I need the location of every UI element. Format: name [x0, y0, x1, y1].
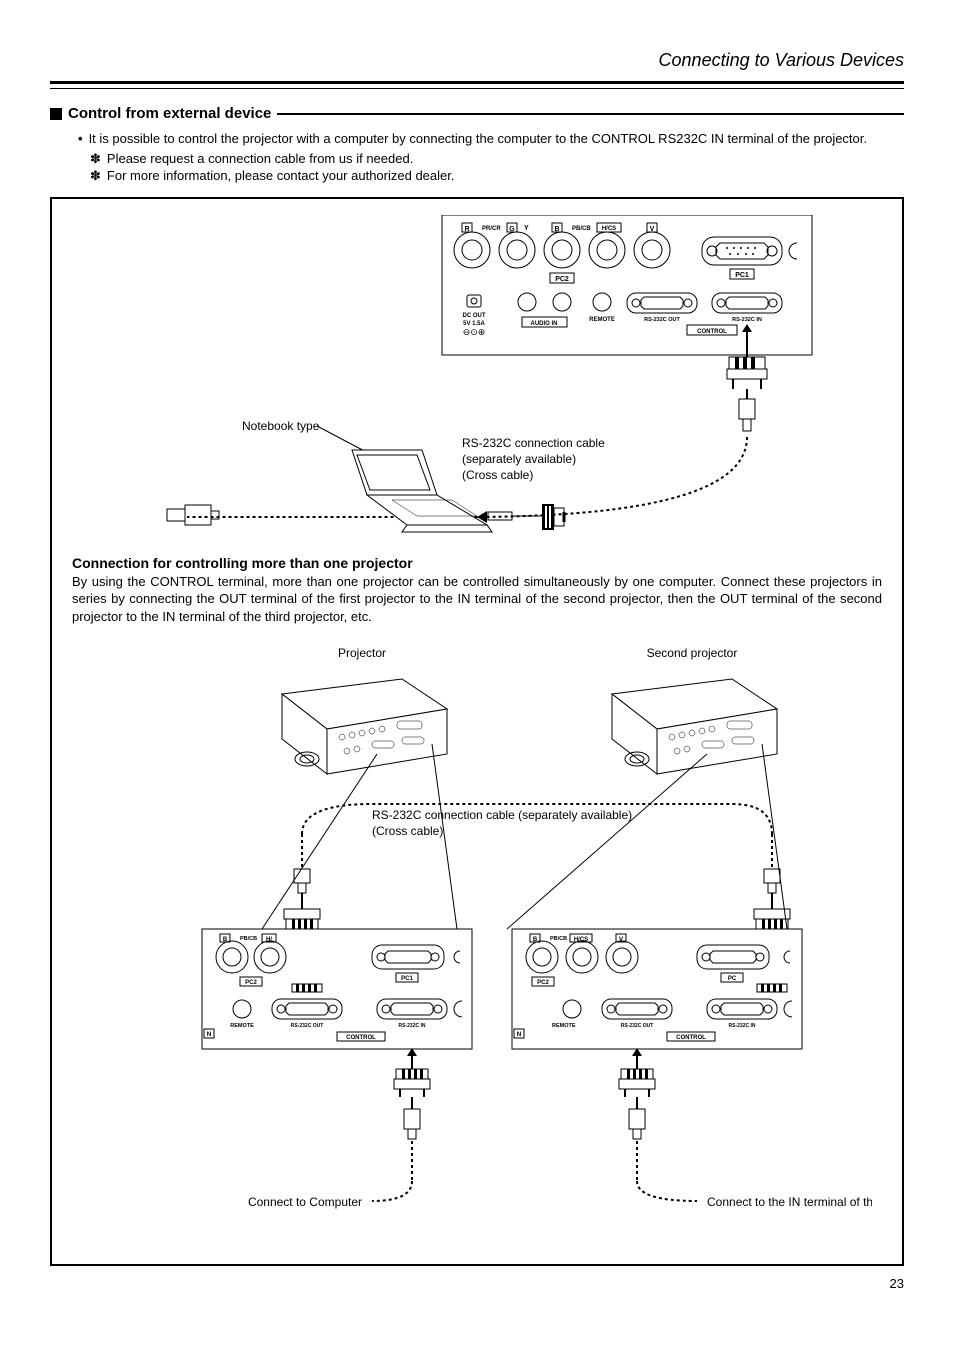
top-diagram: R PR/CR G Y B PB/CB H/CS V PC2 [72, 215, 872, 545]
subsection-title: Connection for controlling more than one… [72, 555, 882, 571]
svg-text:REMOTE: REMOTE [552, 1023, 576, 1029]
svg-text:Second projector: Second projector [647, 646, 738, 660]
svg-text:PC: PC [728, 976, 737, 982]
svg-text:(Cross cable): (Cross cable) [462, 468, 533, 482]
svg-text:B: B [533, 937, 538, 943]
page-number: 23 [50, 1276, 904, 1291]
header-divider [50, 81, 904, 89]
cross-icon: ✽ [90, 150, 101, 168]
svg-text:Connect to Computer: Connect to Computer [248, 1195, 362, 1209]
svg-text:R: R [464, 226, 469, 233]
svg-text:N: N [517, 1031, 522, 1038]
svg-text:B: B [554, 226, 559, 233]
subsection-text: By using the CONTROL terminal, more than… [72, 573, 882, 626]
svg-text:Projector: Projector [338, 646, 386, 660]
svg-text:B: B [223, 937, 228, 943]
svg-text:Y: Y [524, 225, 529, 232]
svg-text:H/: H/ [266, 937, 272, 943]
svg-text:RS-232C IN: RS-232C IN [399, 1023, 426, 1029]
svg-text:CONTROL: CONTROL [676, 1035, 706, 1041]
svg-text:PC1: PC1 [735, 272, 749, 279]
svg-text:DC OUT: DC OUT [463, 313, 486, 319]
svg-text:PB/CB: PB/CB [572, 226, 591, 232]
section-heading-row: Control from external device [50, 105, 904, 122]
svg-text:AUDIO IN: AUDIO IN [531, 321, 558, 327]
sub-bullet-text: For more information, please contact you… [107, 167, 455, 185]
svg-text:Connect to the IN terminal of: Connect to the IN terminal of third proj… [707, 1195, 872, 1209]
svg-text:RS-232C IN: RS-232C IN [729, 1023, 756, 1029]
sub-bullet-text: Please request a connection cable from u… [107, 150, 413, 168]
svg-text:Notebook type: Notebook type [242, 419, 320, 433]
svg-text:(separately available): (separately available) [462, 452, 576, 466]
svg-text:RS-232C OUT: RS-232C OUT [291, 1023, 324, 1029]
svg-text:REMOTE: REMOTE [589, 317, 615, 323]
svg-text:⊖⊙⊕: ⊖⊙⊕ [463, 327, 486, 337]
heading-line [277, 113, 904, 115]
svg-text:PC2: PC2 [555, 276, 569, 283]
diagram-box: R PR/CR G Y B PB/CB H/CS V PC2 [50, 197, 904, 1267]
svg-text:RS-232C OUT: RS-232C OUT [644, 317, 680, 323]
svg-text:REMOTE: REMOTE [230, 1023, 254, 1029]
bullet-icon: • [78, 130, 83, 148]
svg-text:PR/CR: PR/CR [482, 226, 501, 232]
projector-icon [282, 679, 777, 774]
svg-text:RS-232C connection cable (sepa: RS-232C connection cable (separately ava… [372, 808, 632, 822]
svg-text:CONTROL: CONTROL [697, 329, 727, 335]
svg-text:PB/CB: PB/CB [240, 936, 257, 942]
svg-text:CONTROL: CONTROL [346, 1035, 376, 1041]
svg-text:RS-232C OUT: RS-232C OUT [621, 1023, 654, 1029]
svg-text:PC2: PC2 [245, 980, 257, 986]
svg-text:PC2: PC2 [537, 980, 549, 986]
bottom-diagram: Projector Second projector [72, 639, 872, 1239]
square-bullet-icon [50, 108, 62, 120]
header-section-title: Connecting to Various Devices [50, 50, 904, 77]
bullet-text: It is possible to control the projector … [89, 130, 867, 148]
svg-text:V: V [619, 936, 624, 943]
svg-text:H/CS: H/CS [602, 226, 616, 232]
svg-text:PC1: PC1 [401, 976, 413, 982]
svg-text:H/CS: H/CS [574, 937, 588, 943]
svg-text:RS-232C IN: RS-232C IN [732, 317, 762, 323]
svg-text:G: G [509, 226, 515, 233]
svg-text:RS-232C connection cable: RS-232C connection cable [462, 436, 605, 450]
section-heading: Control from external device [68, 105, 271, 122]
svg-text:N: N [207, 1031, 212, 1038]
svg-text:(Cross cable): (Cross cable) [372, 824, 443, 838]
cross-icon: ✽ [90, 167, 101, 185]
svg-text:PB/CB: PB/CB [550, 936, 567, 942]
svg-text:V: V [650, 226, 655, 233]
